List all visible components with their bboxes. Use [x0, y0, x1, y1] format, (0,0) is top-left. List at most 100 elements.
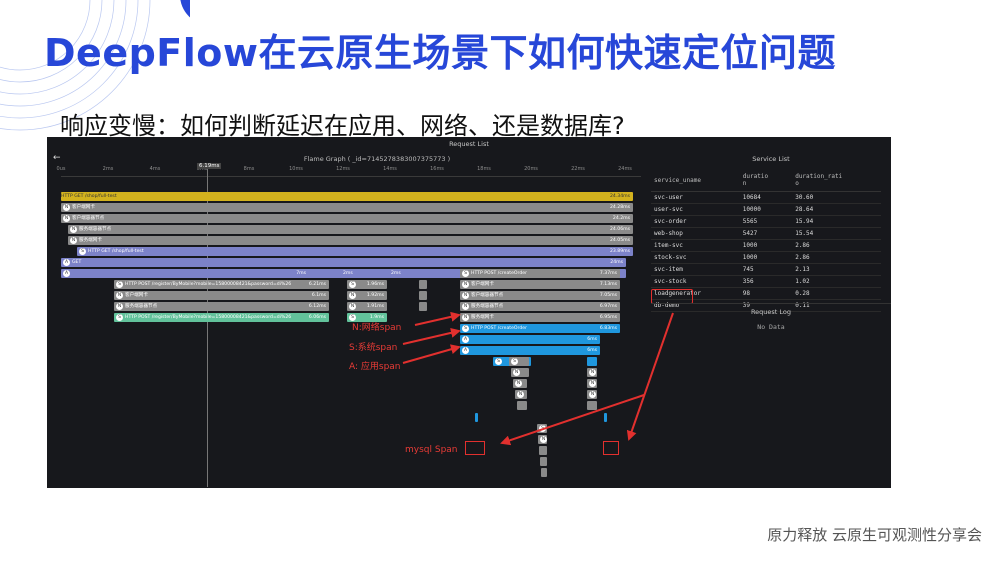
span-type-icon: A [462, 347, 469, 354]
span-type-icon: N [462, 292, 469, 299]
span-bar[interactable]: N [587, 390, 597, 399]
tick-label: 10ms [289, 166, 303, 172]
span-type-icon: N [63, 215, 70, 222]
span-bar[interactable]: S HTTP POST /createOrder 6.83ms [460, 324, 620, 333]
span-type-icon: N [462, 314, 469, 321]
span-bar[interactable]: N 服务端容器节点 6.12ms [114, 302, 329, 311]
span-bar[interactable]: N [513, 379, 527, 388]
span-type-icon: S [462, 270, 469, 277]
span-bar[interactable]: N 客户端网卡 7.13ms [460, 280, 620, 289]
tick-label: 24ms [618, 166, 632, 172]
span-bar[interactable] [475, 413, 478, 422]
span-bar[interactable] [540, 457, 547, 466]
table-header-row: service_uname duratio n duration_rati o [651, 169, 881, 192]
span-type-icon: N [589, 391, 596, 398]
table-row[interactable]: svc-stock 356 1.02 [651, 275, 881, 288]
span-type-icon: N [116, 303, 123, 310]
span-type-icon: N [349, 303, 356, 310]
span-bar[interactable]: A 6ms [460, 335, 600, 344]
deepflow-screenshot: Request List ← Flame Graph ( _id=7145278… [47, 137, 891, 488]
span-type-icon: N [462, 281, 469, 288]
table-row[interactable]: user-svc 10000 28.64 [651, 203, 881, 216]
span-bar[interactable] [604, 413, 607, 422]
span-type-icon: A [63, 270, 70, 277]
span-bar[interactable]: S HTTP POST /createOrder 7.37ms [460, 269, 620, 278]
arrow-left-icon[interactable]: ← [53, 153, 61, 163]
span-bar[interactable]: N [587, 379, 597, 388]
span-bar[interactable]: S HTTP POST /register/ByMobile?mobile=158… [114, 313, 329, 322]
span-type-icon: N [70, 226, 77, 233]
tick-label: 16ms [430, 166, 444, 172]
span-bar[interactable]: N 服务端容器节点 6.97ms [460, 302, 620, 311]
tick-label: 8ms [243, 166, 255, 172]
span-bar[interactable]: 2ms [343, 269, 365, 278]
span-bar[interactable]: 2ms [391, 269, 413, 278]
span-type-icon: S [116, 281, 123, 288]
span-type-icon: N [589, 369, 596, 376]
span-type-icon: S [79, 248, 86, 255]
table-row[interactable]: svc-user 10684 30.60 [651, 191, 881, 204]
span-type-icon: N [63, 204, 70, 211]
tick-label: 18ms [477, 166, 491, 172]
column-header[interactable]: service_uname [651, 169, 740, 192]
span-bar[interactable]: N 服务端网卡 6.95ms [460, 313, 620, 322]
slide-subtitle: 响应变慢：如何判断延迟在应用、网络、还是数据库? [60, 112, 625, 140]
annotation-network-span: N:网络span [352, 323, 402, 333]
span-type-icon: S [349, 281, 356, 288]
span-bar[interactable]: S [537, 424, 547, 433]
tick-label: 14ms [383, 166, 397, 172]
tick-label: 2ms [102, 166, 114, 172]
span-bar[interactable] [419, 291, 427, 300]
span-bar[interactable] [587, 357, 597, 366]
table-row[interactable]: svc-order 5565 15.94 [651, 215, 881, 228]
span-bar[interactable]: A GET 24ms [61, 258, 626, 267]
span-bar[interactable]: N 1.92ms [347, 291, 387, 300]
span-bar[interactable]: N [587, 368, 597, 377]
span-bar[interactable] [419, 302, 427, 311]
highlight-box [603, 441, 619, 455]
span-type-icon: N [517, 391, 524, 398]
tick-label: 20ms [524, 166, 538, 172]
tick-label: 22ms [571, 166, 585, 172]
request-list-header[interactable]: Request List [47, 137, 891, 151]
span-bar[interactable] [539, 446, 547, 455]
service-list-title: Service List [752, 155, 790, 163]
span-bar[interactable]: N 客户端容器节点 24.2ms [61, 214, 633, 223]
span-bar[interactable]: A 6ms [460, 346, 600, 355]
tick-label: 4ms [149, 166, 161, 172]
span-bar[interactable]: N 客户端网卡 24.28ms [61, 203, 633, 212]
span-bar[interactable]: N [515, 390, 527, 399]
span-bar[interactable]: N [511, 368, 529, 377]
span-bar[interactable]: S [509, 357, 529, 366]
table-row[interactable]: item-svc 1000 2.86 [651, 239, 881, 252]
span-bar[interactable] [517, 401, 527, 410]
annotation-system-span: S:系统span [349, 343, 398, 353]
span-bar[interactable] [541, 468, 547, 477]
tick-label: 0us [56, 166, 66, 172]
span-bar[interactable]: S 1.96ms [347, 280, 387, 289]
span-bar[interactable]: HTTP GET /shop/full-test 24.34ms [61, 192, 633, 201]
tick-label: 12ms [336, 166, 350, 172]
table-row[interactable]: svc-item 745 2.13 [651, 263, 881, 276]
span-bar[interactable] [419, 280, 427, 289]
span-bar[interactable]: N 1.91ms [347, 302, 387, 311]
column-header[interactable]: duration_rati o [792, 169, 881, 192]
span-bar[interactable]: N 客户端网卡 6.1ms [114, 291, 329, 300]
table-row[interactable]: web-shop 5427 15.54 [651, 227, 881, 240]
span-bar[interactable]: N 服务端容器节点 24.06ms [68, 225, 633, 234]
span-type-icon: A [63, 259, 70, 266]
span-bar[interactable]: S HTTP POST /register/ByMobile?mobile=158… [114, 280, 329, 289]
span-type-icon: N [513, 369, 520, 376]
span-bar[interactable]: N [538, 435, 547, 444]
span-bar[interactable] [587, 401, 597, 410]
span-bar[interactable]: S HTTP GET /shop/full-test 23.89ms [77, 247, 633, 256]
span-type-icon: A [462, 336, 469, 343]
span-type-icon: S [495, 358, 502, 365]
db-demo-highlight [651, 289, 693, 304]
column-header[interactable]: duratio n [739, 169, 793, 192]
span-bar[interactable]: N 客户端容器节点 7.05ms [460, 291, 620, 300]
span-type-icon: N [540, 436, 547, 443]
span-bar[interactable]: N 服务端网卡 24.05ms [68, 236, 633, 245]
slide-title: DeepFlow在云原生场景下如何快速定位问题 [44, 31, 836, 75]
table-row[interactable]: stock-svc 1000 2.86 [651, 251, 881, 264]
